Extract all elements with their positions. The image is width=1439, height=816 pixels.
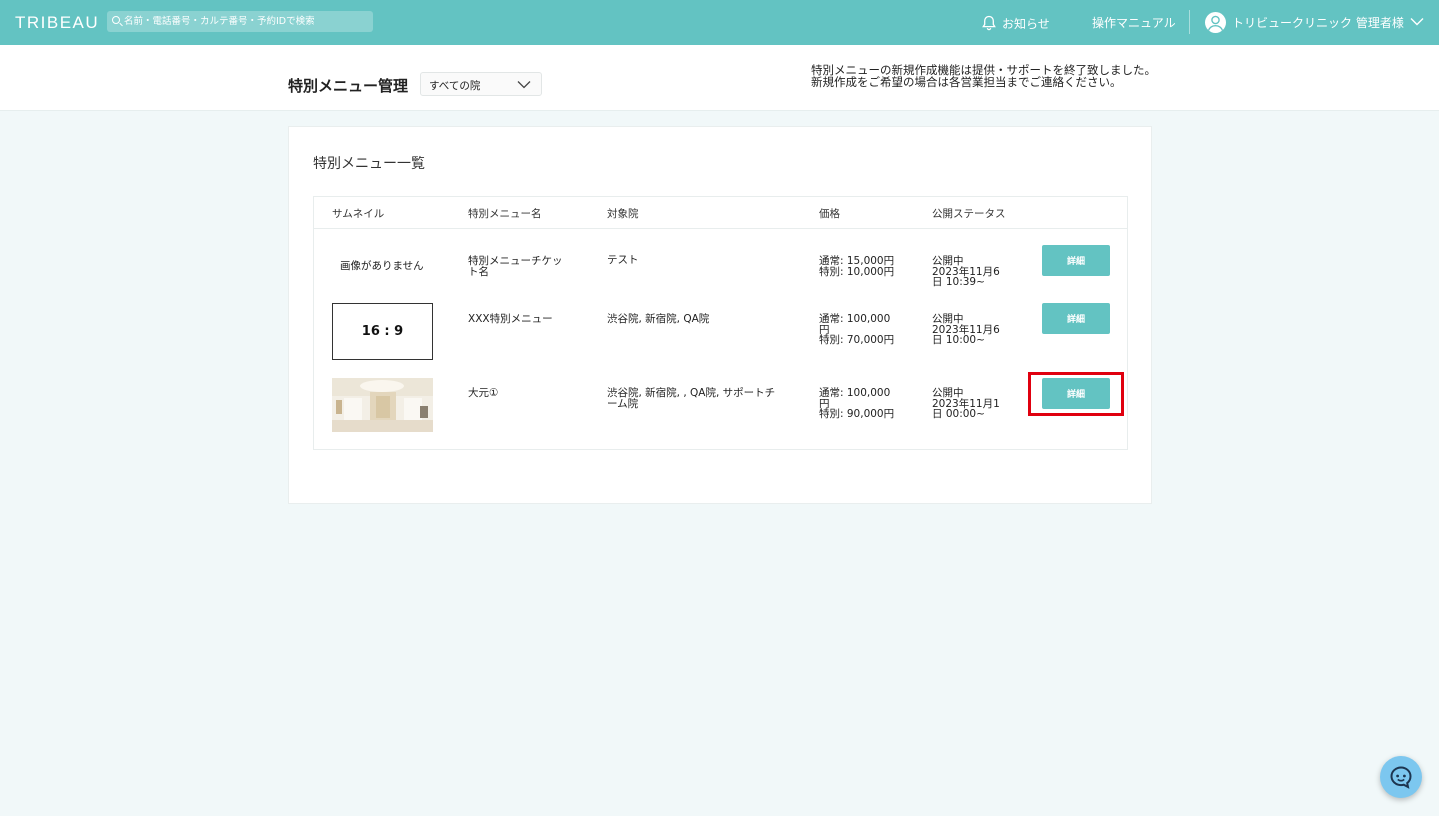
notice-line: 新規作成をご希望の場合は各営業担当までご連絡ください。: [811, 75, 1122, 89]
brand-logo[interactable]: TRIBEAU: [15, 13, 99, 33]
status-line: 日 00:00~: [932, 408, 985, 420]
price: 通常: 15,000円 特別: 10,000円: [819, 256, 894, 277]
price-line: 通常: 15,000円: [819, 255, 895, 267]
chevron-down-icon: [1410, 15, 1424, 29]
page-title: 特別メニュー管理: [288, 77, 409, 95]
header-divider: [1189, 10, 1190, 34]
search-icon: [112, 16, 120, 24]
notifications-button[interactable]: お知らせ: [982, 13, 1050, 33]
price-line: 通常: 100,000: [819, 313, 891, 325]
menu-name[interactable]: 大元①: [468, 388, 498, 399]
table-header: サムネイル 特別メニュー名 対象院 価格 公開ステータス: [314, 197, 1127, 229]
price-line: 特別: 90,000円: [819, 408, 895, 420]
detail-button[interactable]: 詳細: [1042, 303, 1110, 334]
special-menu-card: 特別メニュー一覧 サムネイル 特別メニュー名 対象院 価格 公開ステータス 画像…: [288, 126, 1152, 504]
card-title: 特別メニュー一覧: [313, 156, 425, 172]
avatar-icon: [1205, 11, 1226, 33]
target-clinics: 渋谷院, 新宿院, QA院: [607, 314, 709, 325]
price: 通常: 100,000 円 特別: 70,000円: [819, 314, 894, 346]
search-input[interactable]: [124, 13, 369, 30]
manual-link[interactable]: 操作マニュアル: [1092, 14, 1176, 31]
column-header-price: 価格: [819, 208, 840, 220]
top-bar: TRIBEAU お知らせ 操作マニュアル トリビュークリニック 管理者様: [0, 0, 1439, 45]
status-line: 公開中: [932, 387, 964, 399]
bell-icon: [982, 15, 996, 31]
column-header-clinics: 対象院: [607, 208, 639, 220]
thumbnail-image: [332, 378, 433, 432]
status-line: 日 10:00~: [932, 334, 985, 346]
clinic-select[interactable]: すべての院: [420, 72, 542, 96]
special-menu-table: サムネイル 特別メニュー名 対象院 価格 公開ステータス 画像がありません 特別…: [313, 196, 1128, 450]
menu-name-line: 特別メニューチケッ: [468, 255, 563, 267]
chevron-down-icon: [517, 81, 531, 89]
price-line: 特別: 70,000円: [819, 334, 895, 346]
page-header: 特別メニュー管理 すべての院 特別メニューの新規作成機能は提供・サポートを終了致…: [0, 45, 1439, 111]
search-box[interactable]: [107, 11, 373, 32]
price-line: 特別: 10,000円: [819, 265, 895, 278]
clinics-line: テスト: [607, 254, 639, 266]
publish-status: 公開中 2023年11月1 日 00:00~: [932, 388, 1000, 420]
status-line: 日 10:39~: [932, 276, 985, 288]
publish-status: 公開中 2023年11月6 日 10:00~: [932, 314, 1000, 346]
column-header-status: 公開ステータス: [932, 208, 1006, 220]
detail-button[interactable]: 詳細: [1042, 378, 1110, 409]
menu-name-line: 大元①: [468, 387, 499, 399]
clinic-select-value: すべての院: [429, 80, 481, 92]
thumbnail-placeholder: 16 : 9: [332, 303, 433, 360]
price-line: 通常: 100,000: [819, 387, 891, 399]
status-line: 公開中: [932, 313, 964, 325]
menu-name[interactable]: 特別メニューチケッ ト名: [468, 256, 563, 277]
menu-name[interactable]: XXX特別メニュー: [468, 314, 553, 325]
clinics-line: ーム院: [607, 397, 639, 410]
target-clinics: テスト: [607, 255, 639, 266]
menu-name-line: XXX特別メニュー: [468, 313, 553, 325]
price: 通常: 100,000 円 特別: 90,000円: [819, 388, 894, 420]
column-header-thumbnail: サムネイル: [332, 208, 385, 220]
notifications-label: お知らせ: [1002, 16, 1050, 31]
column-header-name: 特別メニュー名: [468, 208, 542, 220]
clinics-line: 渋谷院, 新宿院, , QA院, サポートチ: [607, 387, 776, 399]
clinics-line: 渋谷院, 新宿院, QA院: [607, 313, 710, 325]
menu-name-line: ト名: [468, 265, 489, 278]
detail-button[interactable]: 詳細: [1042, 245, 1110, 276]
thumbnail-empty-text: 画像がありません: [340, 260, 424, 272]
chat-icon: [1390, 766, 1412, 789]
status-line: 公開中: [932, 255, 964, 267]
publish-status: 公開中 2023年11月6 日 10:39~: [932, 256, 1000, 288]
user-label: トリビュークリニック 管理者様: [1232, 15, 1404, 30]
target-clinics: 渋谷院, 新宿院, , QA院, サポートチ ーム院: [607, 388, 775, 409]
chat-button[interactable]: [1380, 756, 1422, 798]
user-menu[interactable]: トリビュークリニック 管理者様: [1205, 11, 1424, 33]
notice-text: 特別メニューの新規作成機能は提供・サポートを終了致しました。 新規作成をご希望の…: [811, 64, 1156, 88]
